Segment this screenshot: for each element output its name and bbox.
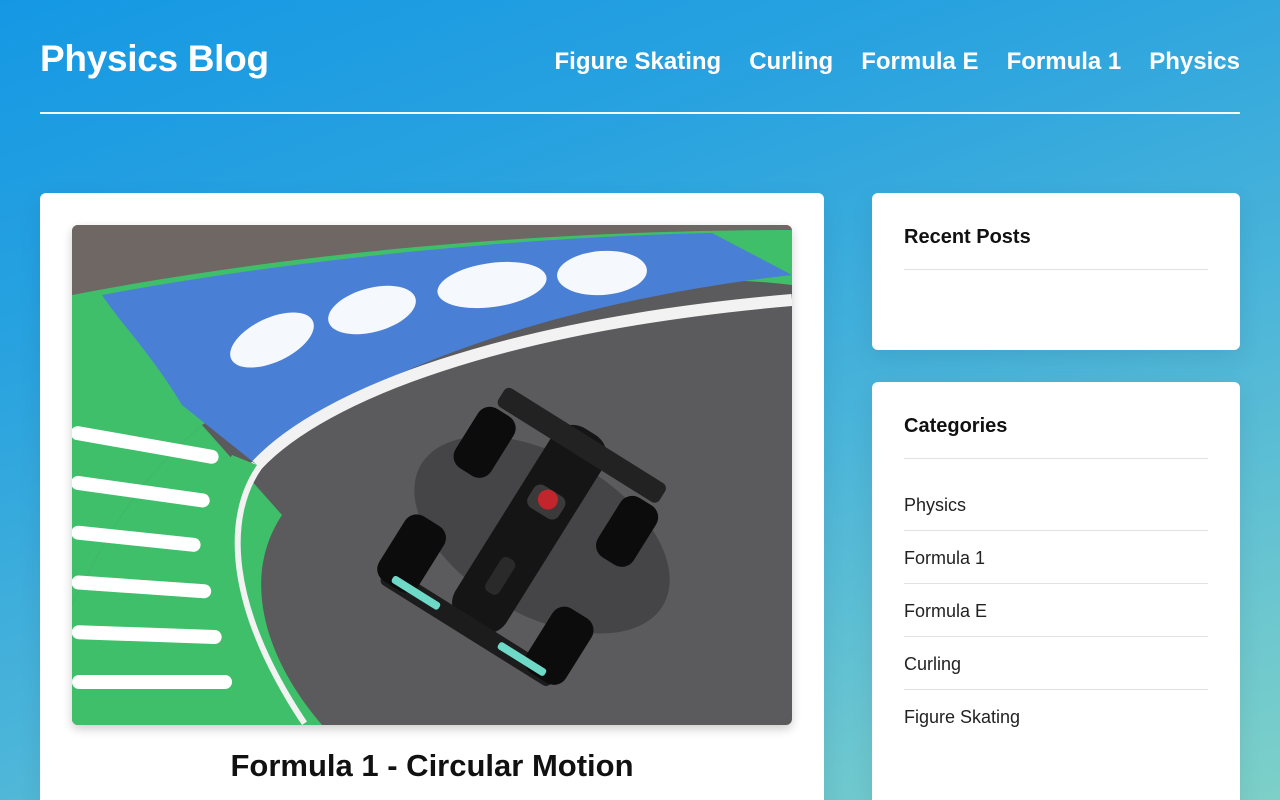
category-link-curling[interactable]: Curling [904, 654, 961, 675]
main-nav: Figure Skating Curling Formula E Formula… [555, 48, 1240, 76]
list-item: Formula 1 [904, 531, 1208, 584]
post-card: Formula 1 - Circular Motion [40, 193, 824, 800]
list-item: Formula E [904, 584, 1208, 637]
categories-title: Categories [904, 415, 1008, 437]
recent-posts-title: Recent Posts [904, 226, 1031, 248]
site-title[interactable]: Physics Blog [40, 38, 269, 80]
post-title[interactable]: Formula 1 - Circular Motion [40, 748, 824, 784]
divider [904, 458, 1208, 459]
categories-widget: Categories Physics Formula 1 Formula E C… [872, 382, 1240, 800]
recent-posts-widget: Recent Posts [872, 193, 1240, 350]
list-item: Figure Skating [904, 690, 1208, 743]
formula-1-car-photo [72, 225, 792, 725]
categories-list: Physics Formula 1 Formula E Curling Figu… [904, 478, 1208, 743]
nav-item-formula-1[interactable]: Formula 1 [1007, 48, 1122, 76]
post-featured-image[interactable] [72, 225, 792, 725]
nav-item-physics[interactable]: Physics [1149, 48, 1240, 76]
category-link-formula-e[interactable]: Formula E [904, 601, 987, 622]
list-item: Physics [904, 478, 1208, 531]
site-header: Physics Blog Figure Skating Curling Form… [40, 0, 1240, 114]
category-link-formula-1[interactable]: Formula 1 [904, 548, 985, 569]
list-item: Curling [904, 637, 1208, 690]
nav-item-curling[interactable]: Curling [749, 48, 833, 76]
divider [904, 269, 1208, 270]
category-link-physics[interactable]: Physics [904, 495, 966, 516]
nav-item-figure-skating[interactable]: Figure Skating [555, 48, 722, 76]
category-link-figure-skating[interactable]: Figure Skating [904, 707, 1020, 728]
nav-item-formula-e[interactable]: Formula E [861, 48, 978, 76]
